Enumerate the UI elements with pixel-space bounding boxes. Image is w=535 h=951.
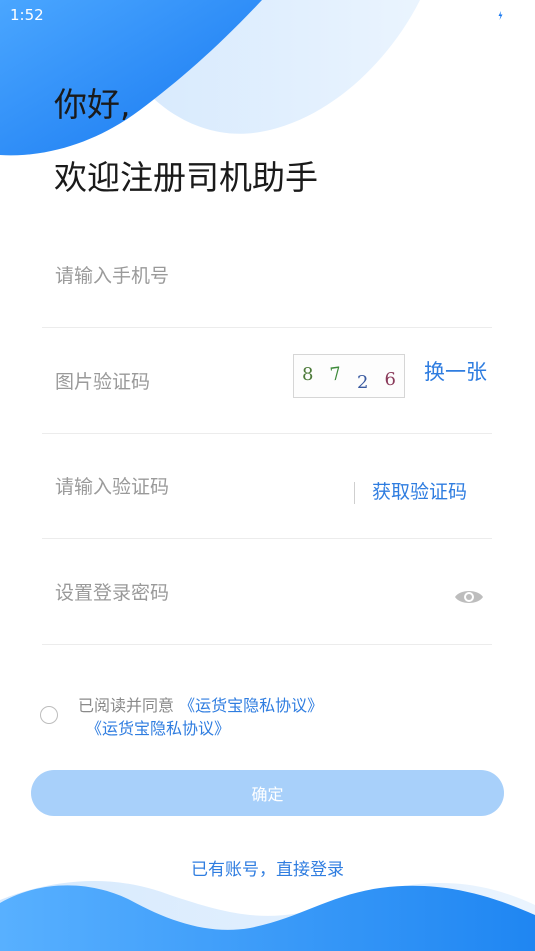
phone-row [42, 221, 492, 328]
get-code-button[interactable]: 获取验证码 [372, 477, 467, 504]
captcha-refresh-button[interactable]: 换一张 [424, 356, 487, 386]
captcha-digit: 8 [302, 363, 314, 385]
captcha-digit: 2 [357, 371, 369, 393]
login-link[interactable]: 已有账号，直接登录 [0, 855, 535, 880]
agreement-text: 已阅读并同意 《运货宝隐私协议》 《运货宝隐私协议》 [78, 694, 323, 740]
captcha-row: 8 7 2 6 换一张 [42, 327, 492, 434]
wifi-icon [458, 7, 474, 21]
password-input[interactable] [53, 576, 287, 610]
status-bar: 1:52 [0, 0, 535, 30]
greeting-title: 你好, [54, 85, 131, 124]
captcha-image[interactable]: 8 7 2 6 [293, 354, 405, 398]
password-row [42, 538, 492, 645]
confirm-button[interactable]: 确定 [31, 770, 504, 816]
status-time: 1:52 [10, 6, 44, 24]
signal-icon [478, 7, 492, 22]
agree-checkbox[interactable] [40, 706, 58, 724]
captcha-input[interactable] [53, 365, 287, 399]
sms-code-input[interactable] [53, 470, 287, 504]
captcha-digit: 7 [328, 362, 343, 386]
captcha-digit: 6 [384, 368, 396, 390]
privacy-link-2[interactable]: 《运货宝隐私协议》 [86, 719, 230, 738]
eye-icon[interactable] [454, 588, 484, 606]
status-icons [458, 7, 505, 22]
divider [354, 482, 355, 504]
agreement-prefix: 已阅读并同意 [78, 696, 175, 715]
privacy-link[interactable]: 《运货宝隐私协议》 [179, 696, 323, 715]
phone-input[interactable] [53, 259, 287, 293]
battery-icon [496, 7, 505, 22]
welcome-title: 欢迎注册司机助手 [54, 158, 318, 197]
sms-code-row: 获取验证码 [42, 432, 492, 539]
